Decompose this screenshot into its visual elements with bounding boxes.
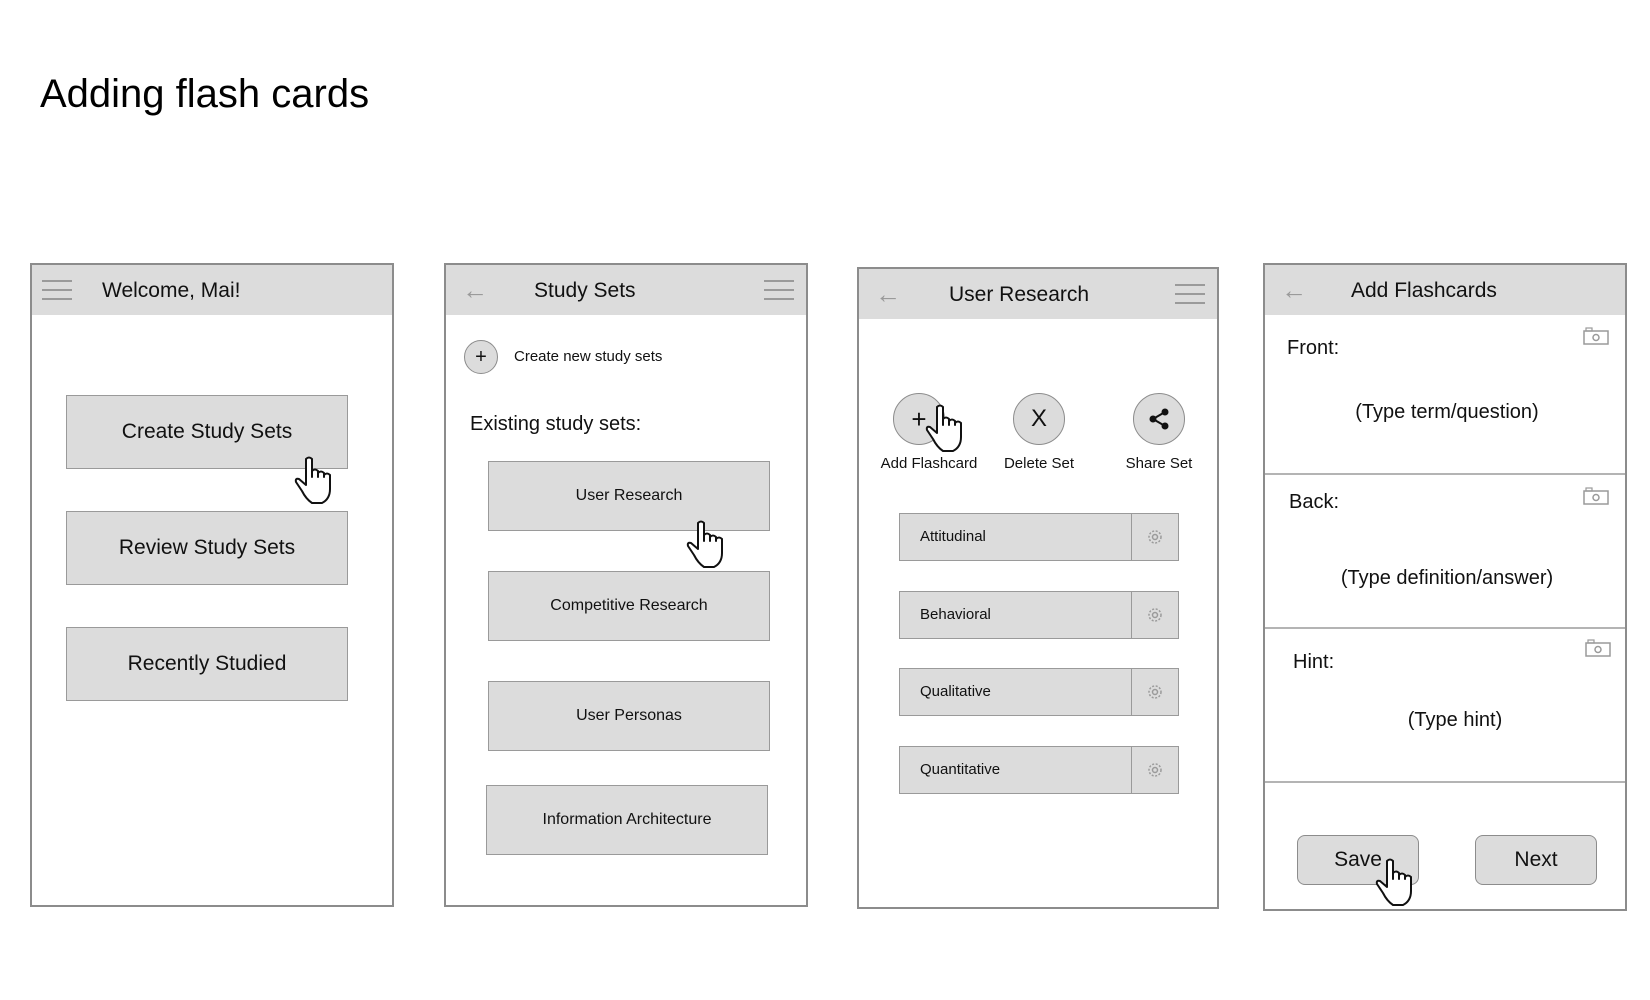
set-item-competitive-research[interactable]: Competitive Research — [488, 571, 770, 641]
card-row-attitudinal[interactable]: Attitudinal — [899, 513, 1179, 561]
review-study-sets-button[interactable]: Review Study Sets — [66, 511, 348, 585]
screen-header: ← User Research — [859, 269, 1217, 319]
card-row-qualitative[interactable]: Qualitative — [899, 668, 1179, 716]
share-set-button[interactable] — [1133, 393, 1185, 445]
camera-icon[interactable] — [1585, 639, 1611, 657]
next-button[interactable]: Next — [1475, 835, 1597, 885]
hamburger-icon[interactable] — [764, 280, 794, 302]
card-label: Quantitative — [920, 761, 1001, 778]
camera-icon[interactable] — [1583, 487, 1609, 505]
back-arrow-icon[interactable]: ← — [1281, 277, 1307, 303]
hand-cursor-icon — [925, 404, 962, 452]
gear-icon[interactable] — [1131, 592, 1178, 638]
hint-input[interactable]: (Type hint) — [1295, 709, 1615, 732]
camera-icon[interactable] — [1583, 327, 1609, 345]
screen-header: ← Add Flashcards — [1265, 265, 1625, 315]
card-label: Behavioral — [920, 606, 991, 623]
set-item-user-research[interactable]: User Research — [488, 461, 770, 531]
back-arrow-icon[interactable]: ← — [875, 281, 901, 307]
gear-icon[interactable] — [1131, 514, 1178, 560]
back-label: Back: — [1289, 491, 1340, 513]
card-row-quantitative[interactable]: Quantitative — [899, 746, 1179, 794]
screen-study-sets: ← Study Sets + Create new study sets Exi… — [444, 263, 808, 907]
set-item-information-architecture[interactable]: Information Architecture — [486, 785, 768, 855]
hint-label: Hint: — [1293, 651, 1335, 673]
divider — [1265, 781, 1625, 783]
delete-set-button[interactable]: X — [1013, 393, 1065, 445]
card-row-behavioral[interactable]: Behavioral — [899, 591, 1179, 639]
divider — [1265, 473, 1625, 475]
recently-studied-button[interactable]: Recently Studied — [66, 627, 348, 701]
gear-icon[interactable] — [1131, 669, 1178, 715]
set-item-user-personas[interactable]: User Personas — [488, 681, 770, 751]
screen-welcome: Welcome, Mai! Create Study Sets Review S… — [30, 263, 394, 907]
header-title: Study Sets — [534, 279, 636, 302]
header-title: Welcome, Mai! — [102, 279, 241, 302]
header-title: User Research — [949, 283, 1090, 306]
screen-header: ← Study Sets — [446, 265, 806, 315]
screen-add-flashcards: ← Add Flashcards Front: (Type term/quest… — [1263, 263, 1627, 911]
divider — [1265, 627, 1625, 629]
card-label: Qualitative — [920, 683, 991, 700]
header-title: Add Flashcards — [1351, 279, 1497, 302]
hamburger-icon[interactable] — [42, 280, 72, 302]
existing-sets-label: Existing study sets: — [470, 413, 642, 435]
hand-cursor-icon — [294, 456, 331, 504]
add-flashcard-label: Add Flashcard — [880, 455, 978, 472]
screen-header: Welcome, Mai! — [32, 265, 392, 315]
back-arrow-icon[interactable]: ← — [462, 277, 488, 303]
create-new-set-button[interactable]: + — [464, 340, 498, 374]
share-icon — [1149, 408, 1169, 430]
back-input[interactable]: (Type definition/answer) — [1287, 567, 1607, 590]
card-label: Attitudinal — [920, 528, 986, 545]
delete-set-label: Delete Set — [1003, 455, 1075, 472]
share-set-label: Share Set — [1125, 455, 1193, 472]
create-new-set-label[interactable]: Create new study sets — [514, 348, 662, 365]
front-label: Front: — [1287, 337, 1340, 359]
hamburger-icon[interactable] — [1175, 284, 1205, 306]
page-title: Adding flash cards — [40, 72, 370, 116]
hand-cursor-icon — [686, 520, 723, 568]
screen-user-research: ← User Research + Add Flashcard X Delete… — [857, 267, 1219, 909]
hand-cursor-icon — [1375, 858, 1412, 906]
front-input[interactable]: (Type term/question) — [1287, 401, 1607, 424]
gear-icon[interactable] — [1131, 747, 1178, 793]
